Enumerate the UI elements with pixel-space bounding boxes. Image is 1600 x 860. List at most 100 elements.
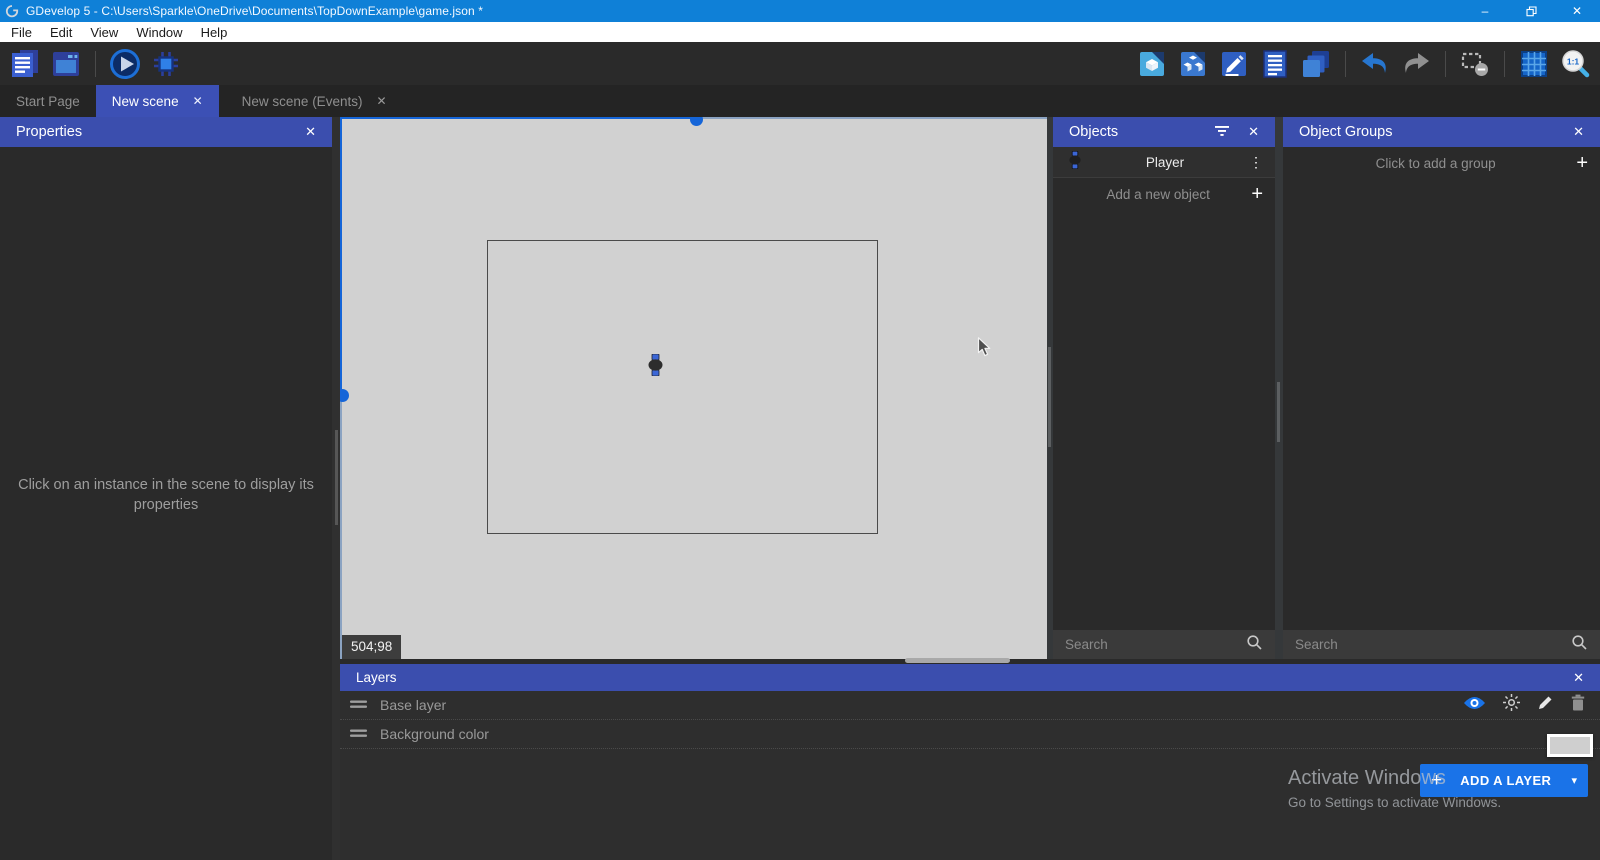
toolbar-separator [1504, 51, 1505, 77]
plus-icon: + [1431, 773, 1442, 789]
layer-name: Background color [380, 726, 489, 742]
filter-icon[interactable] [1214, 123, 1230, 142]
close-icon[interactable]: ✕ [1573, 670, 1584, 686]
properties-scrollbar[interactable] [332, 117, 340, 860]
clear-selection-button[interactable] [1458, 47, 1492, 81]
delete-trash-icon[interactable] [1570, 694, 1586, 716]
close-icon[interactable]: ✕ [305, 124, 316, 140]
close-icon[interactable]: ✕ [1248, 124, 1259, 140]
search-icon [1571, 634, 1588, 656]
toolbar-separator [1345, 51, 1346, 77]
minimize-button[interactable]: – [1462, 0, 1508, 22]
scrollbar-thumb[interactable] [335, 430, 338, 525]
objects-list-area[interactable] [1053, 210, 1275, 630]
undo-button[interactable] [1358, 47, 1392, 81]
object-groups-panel: Object Groups ✕ Click to add a group + [1283, 117, 1600, 659]
player-thumbnail [1069, 151, 1081, 174]
add-group-button[interactable]: Click to add a group + [1283, 147, 1600, 179]
project-manager-button[interactable] [8, 47, 42, 81]
debug-button[interactable] [149, 47, 183, 81]
add-layer-button[interactable]: + ADD A LAYER ▾ [1420, 764, 1588, 797]
object-groups-title: Object Groups [1299, 124, 1393, 140]
tab-new-scene-events[interactable]: New scene (Events) ✕ [226, 85, 403, 117]
tab-new-scene[interactable]: New scene ✕ [96, 85, 219, 117]
layer-row-background-color[interactable]: Background color [340, 720, 1600, 749]
objects-panel: Objects ✕ Player ⋮ Add a new object + [1053, 117, 1275, 659]
edit-pencil-icon[interactable] [1537, 694, 1554, 716]
layer-actions [1463, 693, 1586, 717]
gdevelop-window: GDevelop 5 - C:\Users\Sparkle\OneDrive\D… [0, 0, 1600, 860]
effects-icon[interactable] [1502, 693, 1521, 717]
background-color-swatch[interactable] [1547, 734, 1593, 757]
deselect-icon [1459, 48, 1491, 80]
objects-search-input[interactable] [1065, 637, 1246, 652]
gdevelop-logo-icon [5, 4, 19, 18]
editor-tabs: Start Page New scene ✕ New scene (Events… [0, 85, 1600, 117]
project-manager-icon [10, 49, 40, 79]
groups-scrollbar-lane[interactable] [1275, 117, 1283, 659]
preview-window-button[interactable] [49, 47, 83, 81]
debug-icon [150, 48, 182, 80]
groups-list-area[interactable] [1283, 179, 1600, 630]
close-icon[interactable]: ✕ [1573, 124, 1584, 140]
plus-icon: + [1251, 186, 1263, 202]
layers-title: Layers [356, 670, 397, 685]
open-objects-panel-button[interactable] [1135, 47, 1169, 81]
restore-icon [1526, 6, 1537, 17]
visibility-eye-icon[interactable] [1463, 695, 1486, 716]
preview-window-icon [51, 49, 81, 79]
layer-row-base[interactable]: Base layer [340, 691, 1600, 720]
properties-title: Properties [16, 124, 82, 140]
toolbar-separator [1445, 51, 1446, 77]
object-menu-icon[interactable]: ⋮ [1249, 157, 1263, 167]
vertical-scroll-dot[interactable] [340, 389, 349, 402]
zoom-original-button[interactable]: 1:1 [1558, 47, 1592, 81]
grid-icon [1519, 49, 1549, 79]
canvas-horizontal-scrollbar[interactable] [905, 658, 1010, 663]
add-object-button[interactable]: Add a new object + [1053, 178, 1275, 210]
properties-empty-message: Click on an instance in the scene to dis… [14, 475, 318, 515]
object-name: Player [1081, 155, 1249, 170]
tab-close-icon[interactable]: ✕ [376, 94, 386, 108]
objects-title: Objects [1069, 124, 1118, 140]
svg-text:1:1: 1:1 [1567, 56, 1580, 66]
drag-handle-icon[interactable] [350, 696, 368, 714]
layers-panel: Layers ✕ Base layer [340, 664, 1600, 860]
restore-button[interactable] [1508, 0, 1554, 22]
toolbar-right: 1:1 [1135, 47, 1592, 81]
scene-canvas[interactable]: 504;98 [340, 117, 1047, 659]
menu-edit[interactable]: Edit [41, 22, 81, 42]
open-instances-list-button[interactable] [1258, 47, 1292, 81]
menu-file[interactable]: File [2, 22, 41, 42]
layers-header: Layers ✕ [340, 664, 1600, 691]
caret-down-icon[interactable]: ▾ [1571, 774, 1577, 787]
menu-help[interactable]: Help [192, 22, 237, 42]
undo-icon [1359, 48, 1391, 80]
layers-panel-icon [1301, 49, 1331, 79]
menu-view[interactable]: View [81, 22, 127, 42]
close-button[interactable]: ✕ [1554, 0, 1600, 22]
open-object-groups-button[interactable] [1176, 47, 1210, 81]
title-bar: GDevelop 5 - C:\Users\Sparkle\OneDrive\D… [0, 0, 1600, 22]
scrollbar-thumb[interactable] [1277, 382, 1280, 442]
tab-start-page[interactable]: Start Page [0, 85, 96, 117]
object-row-player[interactable]: Player ⋮ [1053, 147, 1275, 178]
cursor-coordinates: 504;98 [342, 635, 401, 659]
tab-close-icon[interactable]: ✕ [193, 94, 203, 108]
toggle-grid-button[interactable] [1517, 47, 1551, 81]
toolbar-left [8, 47, 183, 81]
drag-handle-icon[interactable] [350, 725, 368, 743]
open-layers-panel-button[interactable] [1299, 47, 1333, 81]
menu-bar: File Edit View Window Help [0, 22, 1600, 42]
player-instance[interactable] [648, 354, 663, 381]
instances-list-icon [1260, 49, 1290, 79]
open-properties-button[interactable] [1217, 47, 1251, 81]
menu-window[interactable]: Window [127, 22, 191, 42]
preview-play-button[interactable] [108, 47, 142, 81]
window-title: GDevelop 5 - C:\Users\Sparkle\OneDrive\D… [26, 4, 483, 18]
redo-button[interactable] [1399, 47, 1433, 81]
groups-search-input[interactable] [1295, 637, 1571, 652]
scrollbar-thumb[interactable] [1048, 347, 1051, 447]
horizontal-scroll-dot[interactable] [690, 117, 703, 126]
play-icon [108, 47, 142, 81]
